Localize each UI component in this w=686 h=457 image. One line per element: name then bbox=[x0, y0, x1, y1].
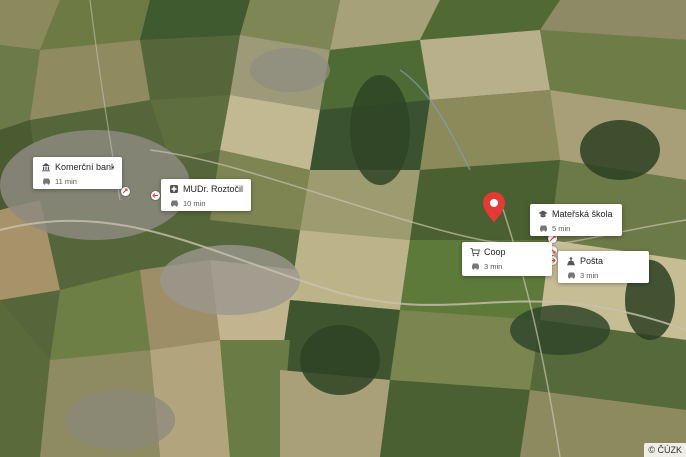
car-icon bbox=[41, 176, 51, 186]
school-icon bbox=[538, 209, 548, 219]
bank-icon bbox=[41, 162, 51, 172]
poi-card-post-office[interactable]: Pošta 3 min bbox=[558, 251, 649, 283]
medical-icon bbox=[169, 184, 179, 194]
car-icon bbox=[169, 198, 179, 208]
shopping-cart-icon bbox=[470, 247, 480, 257]
link-icon bbox=[121, 187, 130, 196]
satellite-map[interactable]: Komerční banka 11 min MUDr. Roztočil Ja.… bbox=[0, 0, 686, 457]
map-copyright: © ČÚZK bbox=[644, 443, 686, 457]
car-icon bbox=[470, 261, 480, 271]
poi-card-bank[interactable]: Komerční banka 11 min bbox=[33, 157, 122, 189]
travel-time: 10 min bbox=[183, 198, 206, 208]
poi-card-coop[interactable]: Coop 3 min bbox=[462, 242, 552, 276]
travel-time: 3 min bbox=[580, 270, 599, 280]
car-icon bbox=[538, 223, 548, 233]
car-icon bbox=[566, 270, 576, 280]
poi-card-doctor[interactable]: MUDr. Roztočil Ja... 10 min bbox=[161, 179, 251, 211]
poi-name: Komerční banka bbox=[55, 162, 114, 172]
poi-name: Mateřská škola Z... bbox=[552, 209, 614, 219]
poi-card-kindergarten[interactable]: Mateřská škola Z... 5 min bbox=[530, 204, 622, 236]
travel-time: 5 min bbox=[552, 223, 571, 233]
poi-name: Coop bbox=[484, 247, 506, 257]
travel-time: 3 min bbox=[484, 261, 503, 271]
location-pin-icon[interactable] bbox=[483, 192, 505, 222]
travel-time: 11 min bbox=[55, 176, 77, 186]
poi-name: MUDr. Roztočil Ja... bbox=[183, 184, 243, 194]
link-icon bbox=[151, 191, 160, 200]
post-office-icon bbox=[566, 256, 576, 266]
poi-name: Pošta bbox=[580, 256, 604, 266]
